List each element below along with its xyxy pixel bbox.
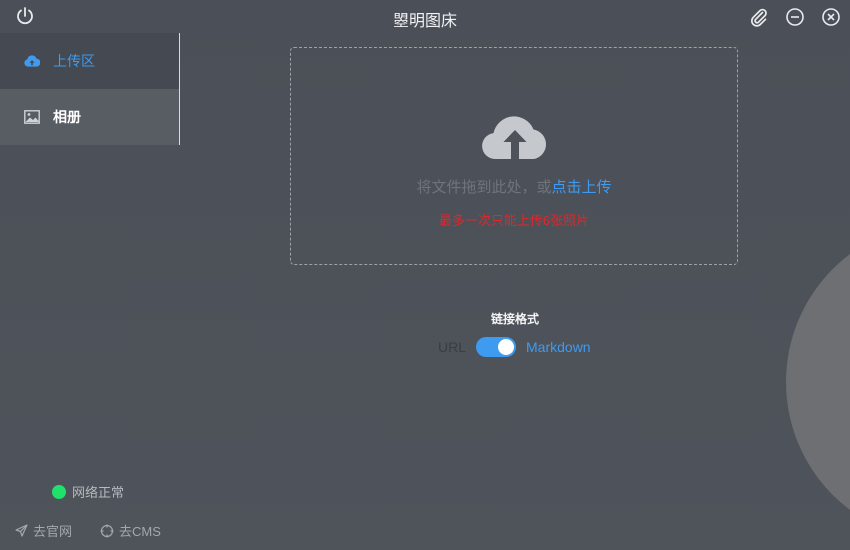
format-option-url[interactable]: URL [438,339,466,355]
cms-link[interactable]: 去CMS [100,521,161,540]
toggle-knob [498,339,515,355]
crosshair-icon [100,524,114,537]
window-controls [748,6,842,28]
minus-circle-icon [786,8,804,26]
format-option-markdown[interactable]: Markdown [526,339,591,355]
decorative-circle [786,222,850,542]
upload-limit-warning: 最多一次只能上传6张照片 [438,213,590,228]
close-button[interactable] [820,6,842,28]
cloud-upload-icon [24,53,40,69]
paperclip-icon [751,8,767,27]
footer-links: 去官网 去CMS [15,521,161,540]
window-title: 曌明图床 [392,13,457,30]
cloud-upload-icon [482,116,547,159]
click-upload-link[interactable]: 点击上传 [552,179,612,196]
pin-button[interactable] [748,6,770,28]
send-icon [15,524,28,537]
minimize-button[interactable] [784,6,806,28]
official-site-link[interactable]: 去官网 [15,521,72,540]
sidebar-item-album[interactable]: 相册 [0,89,180,145]
sidebar-item-upload[interactable]: 上传区 [0,33,180,89]
sidebar-item-label: 相册 [53,109,81,125]
format-toggle[interactable] [476,337,517,357]
link-format-switch: URL Markdown [438,337,591,357]
image-icon [24,109,40,125]
sidebar: 上传区 相册 [0,33,180,145]
app-window: 曌明图床 上传区 相册 将文件拖到此处，或点击上传 最多一次只能上传6张照片 链… [0,0,850,550]
upload-dropzone[interactable]: 将文件拖到此处，或点击上传 最多一次只能上传6张照片 [290,47,738,265]
sidebar-item-label: 上传区 [53,53,95,69]
title-bar: 曌明图床 [0,0,850,33]
drop-instructions: 将文件拖到此处，或点击上传 [291,176,737,197]
drop-text: 将文件拖到此处，或 [416,179,552,196]
status-dot [52,484,66,499]
link-format-label: 链接格式 [490,312,539,326]
status-text: 网络正常 [72,485,125,500]
cms-label: 去CMS [119,524,161,539]
sidebar-divider [179,33,180,145]
official-site-label: 去官网 [33,524,73,539]
close-icon [822,8,840,26]
network-status: 网络正常 [52,482,124,501]
